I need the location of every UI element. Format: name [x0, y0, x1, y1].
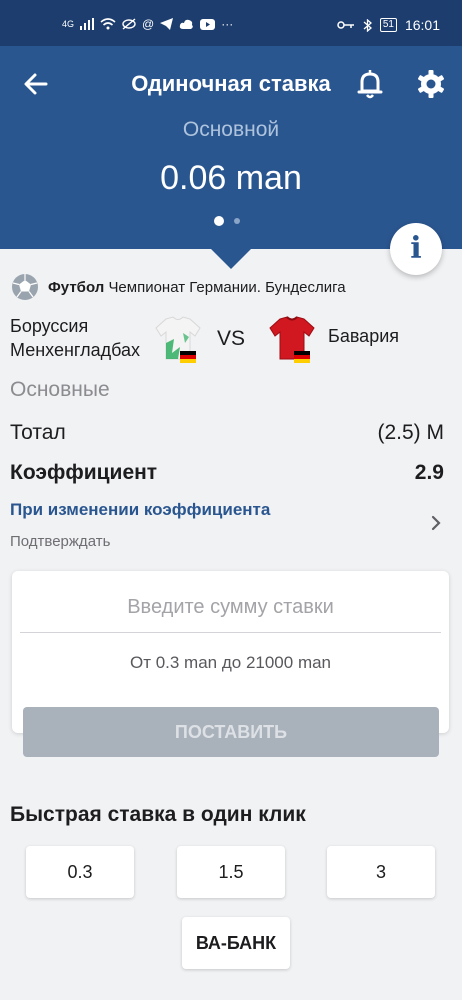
total-label: Тотал [10, 421, 66, 444]
status-icons-left: 4G @ ··· [62, 17, 233, 31]
youtube-icon [200, 18, 216, 30]
quick-bet-option-2[interactable]: 1.5 [177, 846, 285, 898]
stake-amount-input[interactable] [20, 583, 441, 633]
quick-bet-option-3[interactable]: 3 [327, 846, 435, 898]
more-dots-icon: ··· [221, 17, 234, 31]
coefficient-value: 2.9 [414, 461, 444, 484]
battery-icon: 51 [379, 18, 397, 32]
at-icon: @ [142, 17, 155, 31]
status-time: 16:01 [404, 17, 440, 33]
telegram-icon [160, 18, 174, 30]
team-away-jersey-icon [269, 316, 315, 363]
wifi-icon [100, 18, 116, 30]
eye-off-icon [122, 18, 136, 30]
header-pointer [211, 249, 251, 269]
event-league: Футбол Чемпионат Германии. Бундеслига [10, 272, 346, 302]
page-title: Одиночная ставка [131, 71, 331, 96]
balance-type-label: Основной [182, 118, 280, 141]
market-section-label: Основные [10, 378, 110, 401]
odds-change-value: Подтверждать [10, 533, 111, 550]
team-away-name: Бавария [328, 326, 400, 346]
total-row: Тотал (2.5) М [10, 421, 444, 445]
chevron-right-icon[interactable] [426, 513, 446, 533]
odds-change-setting[interactable]: При изменении коэффициента [10, 500, 270, 520]
total-value: (2.5) М [377, 421, 444, 444]
place-bet-button[interactable]: ПОСТАВИТЬ [23, 707, 439, 757]
team-home-name: Боруссия Менхенгладбах [10, 316, 140, 360]
bell-icon[interactable] [352, 66, 388, 102]
page-dot-active [214, 216, 224, 226]
coefficient-label: Коэффициент [10, 461, 158, 484]
quick-bet-option-1[interactable]: 0.3 [26, 846, 134, 898]
quick-bet-title: Быстрая ставка в один клик [10, 803, 306, 826]
signal-icon [80, 18, 95, 30]
league-name: Чемпионат Германии. Бундеслига [108, 278, 346, 296]
balance-amount: 0.06 man [160, 159, 302, 197]
coefficient-row: Коэффициент 2.9 [10, 461, 444, 485]
page-dot [234, 218, 240, 224]
bluetooth-icon [363, 18, 372, 32]
info-icon: i [410, 231, 422, 266]
team-home-jersey-icon [155, 316, 201, 363]
all-in-button[interactable]: ВА-БАНК [182, 917, 290, 969]
cloud-icon [180, 19, 194, 29]
info-button[interactable]: i [390, 223, 442, 275]
match-row: Боруссия Менхенгладбах VS Бавария [10, 311, 450, 366]
gear-icon[interactable] [413, 66, 449, 102]
network-4g-icon: 4G [62, 19, 75, 29]
key-icon [337, 21, 354, 29]
stake-range-hint: От 0.3 man до 21000 man [129, 653, 332, 672]
sport-name: Футбол [48, 278, 105, 296]
soccer-ball-icon [12, 274, 38, 300]
versus-label: VS [217, 327, 246, 350]
status-icons-right: 51 16:01 [337, 17, 440, 33]
bet-header: Одиночная ставка Основной 0.06 man [0, 46, 462, 249]
status-bar: 4G @ ··· 51 16:01 [0, 0, 462, 46]
page-indicator [214, 216, 240, 226]
